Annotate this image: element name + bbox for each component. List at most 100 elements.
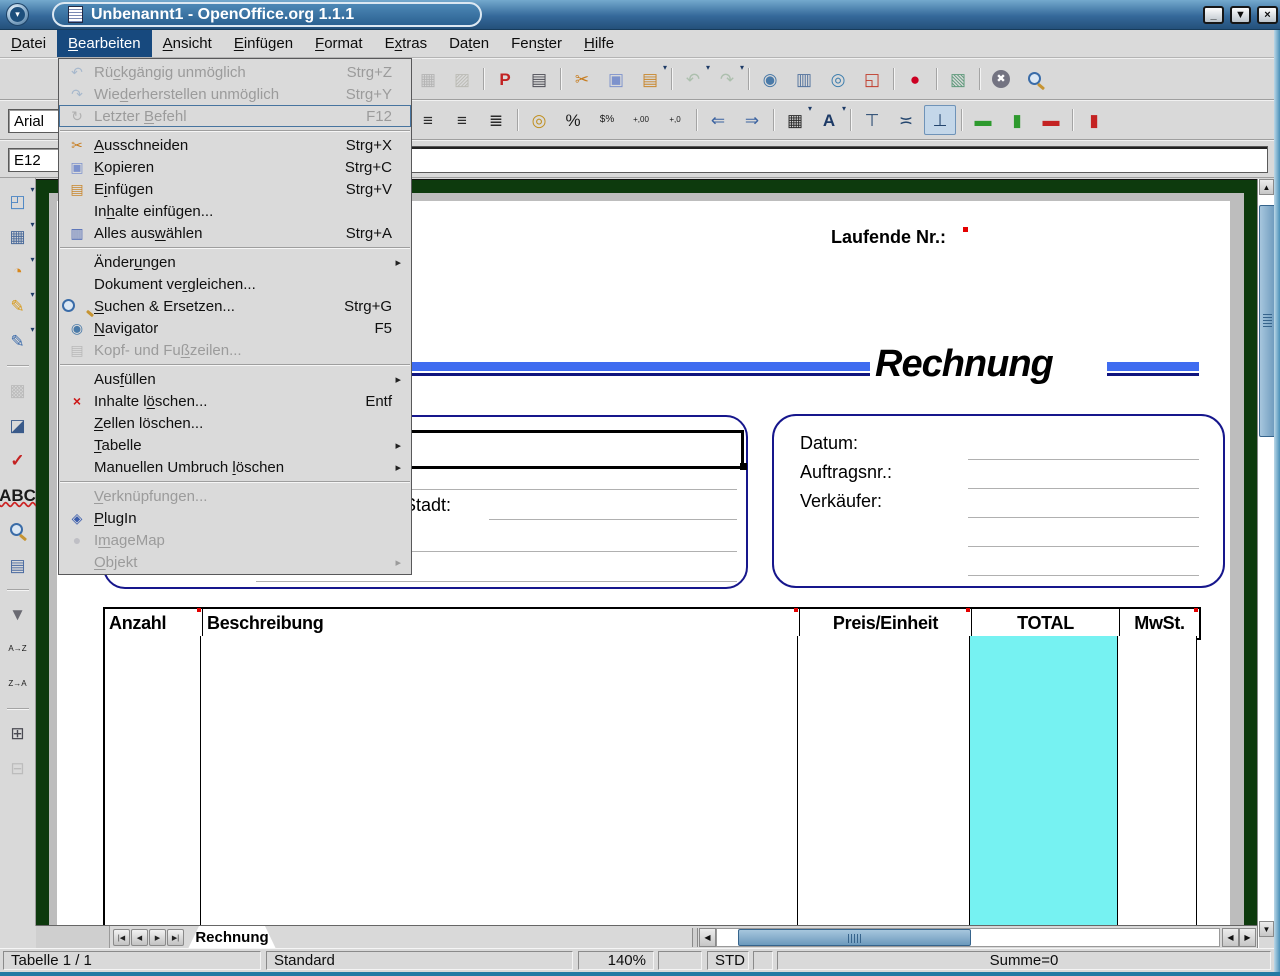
shade-button[interactable]: ▼ [1230,6,1251,24]
vertical-scrollbar-track[interactable]: ▲ ▼ [1257,179,1274,948]
cut-icon[interactable]: ✂ [566,64,598,94]
menu-item-undo[interactable]: ↶Rückgängig unmöglichStrg+Z [59,61,411,83]
menubar-item-help[interactable]: Hilfe [573,30,625,57]
status-sum[interactable]: Summe=0 [777,951,1271,970]
copy-icon[interactable]: ▣ [600,64,632,94]
menubar-item-format[interactable]: Format [304,30,374,57]
align-justified-icon[interactable]: ≣ [480,105,512,135]
menu-item-changes[interactable]: Änderungen▸ [59,251,411,273]
menu-item-find-replace[interactable]: Suchen & Ersetzen...Strg+G [59,295,411,317]
menu-item-headers-footers[interactable]: ▤Kopf- und Fußzeilen... [59,339,411,361]
delete-columns-icon[interactable]: ▮ [1078,105,1110,135]
menu-item-sheet[interactable]: Tabelle▸ [59,434,411,456]
stylist-icon[interactable]: ▥ [788,64,820,94]
align-center-vertical-icon[interactable]: ≍ [890,105,922,135]
selection-handle[interactable] [740,463,747,470]
insert-row-icon[interactable]: ▬ [967,105,999,135]
add-decimal-icon[interactable]: +,00 [625,105,657,135]
last-sheet-button[interactable]: ▶| [167,929,184,946]
menu-item-plugin[interactable]: ◈PlugIn [59,507,411,529]
next-sheet-button[interactable]: ▶ [149,929,166,946]
first-sheet-button[interactable]: |◀ [113,929,130,946]
edit-file-icon[interactable]: ▨ [446,64,478,94]
search-icon[interactable] [2,515,34,545]
vscroll-up-button[interactable]: ▲ [1259,179,1274,195]
redo-icon[interactable]: ↷▾ [711,64,743,94]
autofilter-icon[interactable]: ▼ [2,599,34,629]
save-icon[interactable]: ▦ [412,64,444,94]
formula-input[interactable] [411,146,1268,173]
menu-item-compare-document[interactable]: Dokument vergleichen... [59,273,411,295]
horizontal-scrollbar-track[interactable] [716,928,1220,947]
menu-item-delete-manual-break[interactable]: Manuellen Umbruch löschen▸ [59,456,411,478]
sheet-tab-rechnung[interactable]: Rechnung [188,926,276,949]
export-pdf-icon[interactable]: P [489,64,521,94]
hscroll-right-button[interactable]: ▶ [1239,928,1256,947]
sort-ascending-icon[interactable]: A→Z [2,634,34,664]
menubar-item-data[interactable]: Daten [438,30,500,57]
close-window-icon[interactable]: ✖ [985,64,1017,94]
delete-decimal-icon[interactable]: +,0 [659,105,691,135]
print-icon[interactable]: ▤ [523,64,555,94]
zoom-icon[interactable] [1019,64,1051,94]
menu-item-paste[interactable]: ▤EinfügenStrg+V [59,178,411,200]
tab-scrollbar-splitter[interactable] [692,928,698,947]
insert-icon[interactable]: ◰▾ [2,186,34,216]
currency-format-icon[interactable]: ◎ [523,105,555,135]
menu-item-object[interactable]: Objekt▸ [59,551,411,573]
decrease-indent-icon[interactable]: ⇐ [702,105,734,135]
window-menu-button[interactable]: ▾ [6,3,29,26]
auto-spellcheck-icon[interactable]: ABC [2,480,34,510]
gallery-icon[interactable]: ◎ [822,64,854,94]
menu-item-fill[interactable]: Ausfüllen▸ [59,368,411,390]
close-button[interactable]: × [1257,6,1278,24]
status-selection-mode[interactable]: STD [707,951,749,970]
data-sources-icon[interactable]: ▤ [2,550,34,580]
percent-format-icon[interactable]: % [557,105,589,135]
fullscreen-icon[interactable]: ◱ [856,64,888,94]
increase-indent-icon[interactable]: ⇒ [736,105,768,135]
spellcheck-icon[interactable]: ✓ [2,445,34,475]
navigator-icon[interactable]: ◉ [754,64,786,94]
status-page-style[interactable]: Standard [266,951,573,970]
menu-item-paste-special[interactable]: Inhalte einfügen... [59,200,411,222]
ungroup-icon[interactable]: ⊟ [2,753,34,783]
menu-item-imagemap[interactable]: ●ImageMap [59,529,411,551]
insert-object-icon[interactable]: ◔▾ [2,256,34,286]
insert-graphics-icon[interactable]: ▧ [942,64,974,94]
menubar-item-window[interactable]: Fenster [500,30,573,57]
group-icon[interactable]: ⊞ [2,718,34,748]
menubar-item-insert[interactable]: Einfügen [223,30,304,57]
align-bottom-icon[interactable]: ⊥ [924,105,956,135]
menubar-item-tools[interactable]: Extras [374,30,439,57]
form-controls-icon[interactable]: ▩ [2,375,34,405]
menu-item-delete-contents[interactable]: ×Inhalte löschen...Entf [59,390,411,412]
menubar-item-view[interactable]: Ansicht [152,30,223,57]
insert-cells-icon[interactable]: ▦▾ [2,221,34,251]
menu-item-redo[interactable]: ↷Wiederherstellen unmöglichStrg+Y [59,83,411,105]
menubar-item-edit[interactable]: Bearbeiten [57,30,152,57]
menubar-item-file[interactable]: Datei [0,30,57,57]
previous-sheet-button[interactable]: ◀ [131,929,148,946]
horizontal-scrollbar-thumb[interactable] [738,929,971,946]
minimize-button[interactable]: _ [1203,6,1224,24]
fill-format-icon[interactable]: ◪ [2,410,34,440]
undo-icon[interactable]: ↶▾ [677,64,709,94]
delete-rows-icon[interactable]: ▬ [1035,105,1067,135]
align-center-icon[interactable]: ≡ [412,105,444,135]
sort-descending-icon[interactable]: Z→A [2,669,34,699]
hscroll-left-button[interactable]: ◀ [699,928,716,947]
menu-item-links[interactable]: Verknüpfungen... [59,485,411,507]
vscroll-down-button[interactable]: ▼ [1259,921,1274,937]
menu-item-repeat[interactable]: ↻Letzter BefehlF12 [59,105,411,127]
standard-format-icon[interactable]: $% [591,105,623,135]
draw-functions-icon[interactable]: ✎▾ [2,291,34,321]
menu-item-navigator[interactable]: ◉NavigatorF5 [59,317,411,339]
hscroll-split-left-button[interactable]: ◀ [1222,928,1239,947]
record-macro-icon[interactable]: ● [899,64,931,94]
menu-item-cut[interactable]: ✂AusschneidenStrg+X [59,134,411,156]
status-zoom[interactable]: 140% [578,951,654,970]
paste-icon[interactable]: ▤▾ [634,64,666,94]
insert-column-icon[interactable]: ▮ [1001,105,1033,135]
edit-page-icon[interactable]: ✎▾ [2,326,34,356]
